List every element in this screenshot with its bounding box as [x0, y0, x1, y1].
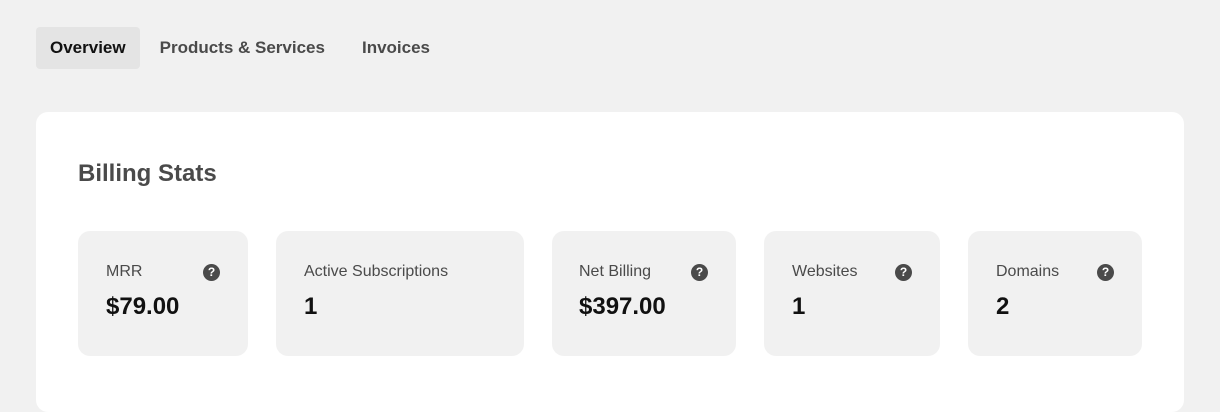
stat-value-active-subscriptions: 1 [304, 293, 318, 320]
billing-stats-card: Billing Stats MRR ? $79.00 Active Subscr… [36, 112, 1184, 412]
stat-card-net-billing: Net Billing ? $397.00 [552, 231, 736, 356]
help-icon[interactable]: ? [895, 264, 912, 281]
help-icon[interactable]: ? [691, 264, 708, 281]
stat-card-mrr: MRR ? $79.00 [78, 231, 248, 356]
stat-value-websites: 1 [792, 293, 806, 320]
stat-value-mrr: $79.00 [106, 293, 180, 320]
billing-stats-title: Billing Stats [78, 160, 217, 187]
stat-card-domains: Domains ? 2 [968, 231, 1142, 356]
stat-label-domains: Domains [996, 263, 1060, 280]
stat-label-active-subscriptions: Active Subscriptions [304, 263, 449, 280]
stat-label-websites: Websites [792, 263, 858, 280]
tab-bar: Overview Products & Services Invoices [36, 27, 444, 69]
help-icon[interactable]: ? [1097, 264, 1114, 281]
stat-value-net-billing: $397.00 [579, 293, 666, 320]
stat-label-mrr: MRR [106, 263, 143, 280]
stat-card-active-subscriptions: Active Subscriptions 1 [276, 231, 524, 356]
stat-label-net-billing: Net Billing [579, 263, 652, 280]
stat-value-domains: 2 [996, 293, 1010, 320]
stat-card-websites: Websites ? 1 [764, 231, 940, 356]
tab-invoices[interactable]: Invoices [348, 27, 444, 69]
tab-products-services[interactable]: Products & Services [144, 27, 344, 69]
help-icon[interactable]: ? [203, 264, 220, 281]
tab-overview[interactable]: Overview [36, 27, 140, 69]
